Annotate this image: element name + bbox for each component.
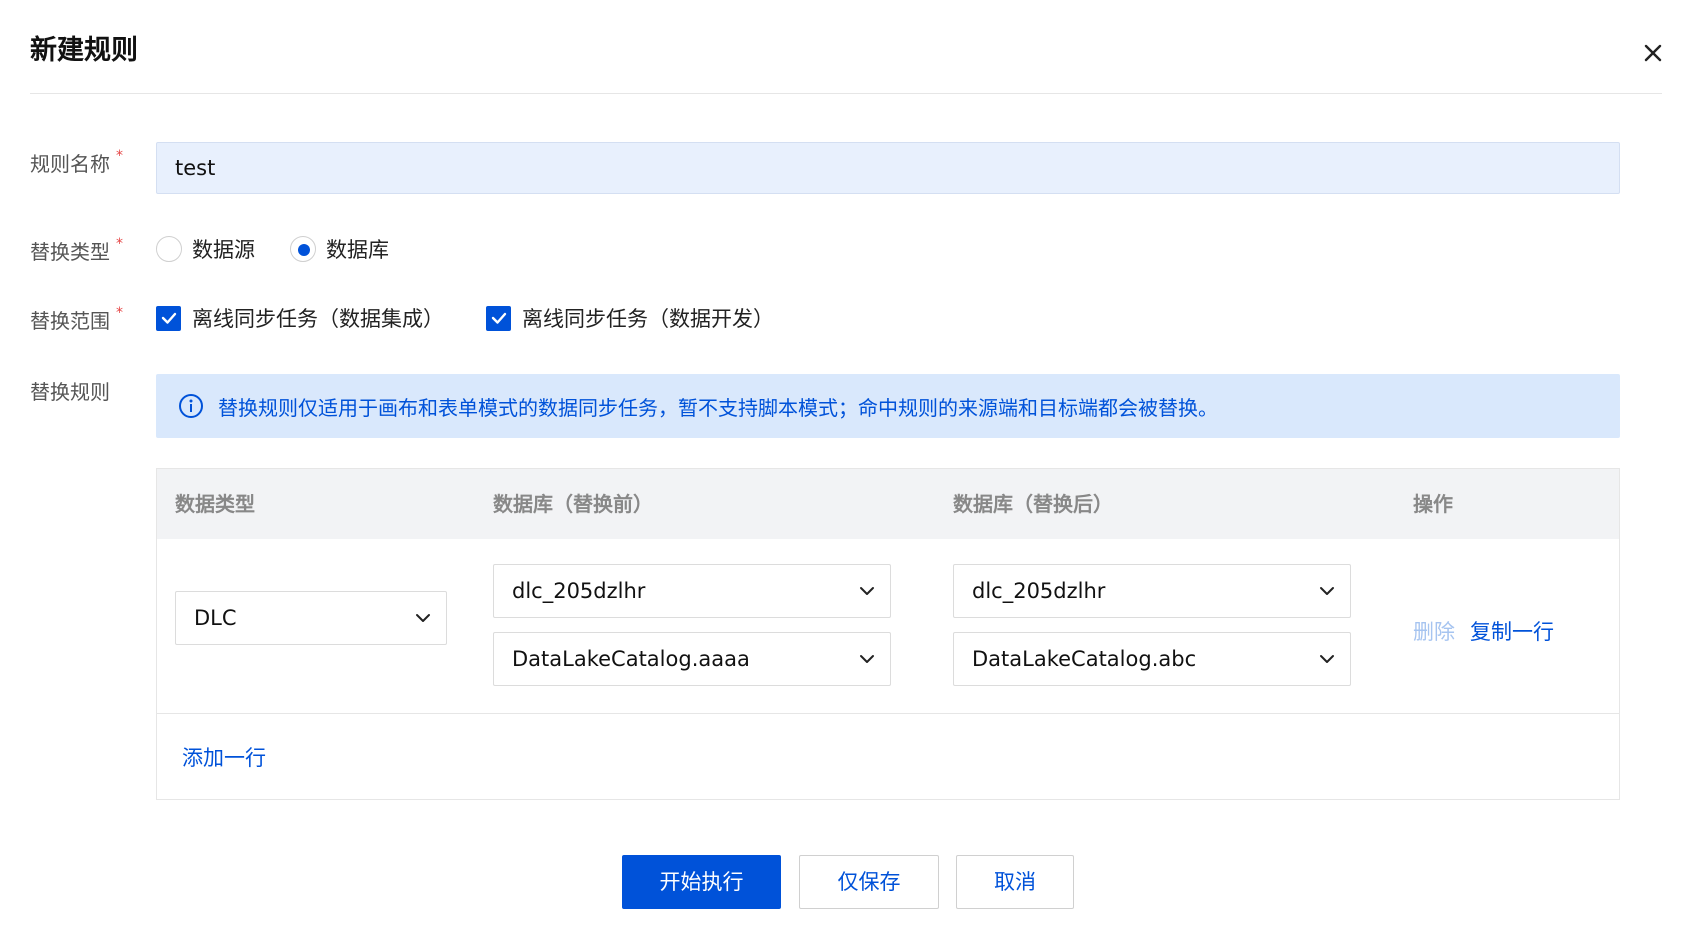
before-database-value: dlc_205dzlhr xyxy=(512,579,646,603)
after-database-value: dlc_205dzlhr xyxy=(972,579,1106,603)
radio-datasource-label: 数据源 xyxy=(192,238,255,262)
required-mark: * xyxy=(116,305,123,321)
chevron-down-icon xyxy=(860,655,874,663)
replace-type-label: 替换类型 * xyxy=(30,236,123,265)
checkbox-integration-label: 离线同步任务（数据集成） xyxy=(192,307,444,331)
column-header-type: 数据类型 xyxy=(175,492,255,516)
column-header-before: 数据库（替换前） xyxy=(493,492,653,516)
row-divider xyxy=(157,713,1619,714)
checkbox-development[interactable]: 离线同步任务（数据开发） xyxy=(486,303,774,333)
rule-name-input[interactable]: test xyxy=(156,142,1620,194)
data-type-select[interactable]: DLC xyxy=(175,591,447,645)
rule-name-label: 规则名称 * xyxy=(30,148,123,177)
replace-rules-label: 替换规则 xyxy=(30,380,110,404)
column-header-actions: 操作 xyxy=(1413,492,1453,516)
start-execution-button[interactable]: 开始执行 xyxy=(622,855,781,909)
data-type-value: DLC xyxy=(194,606,237,630)
close-icon[interactable] xyxy=(1638,38,1668,68)
checkbox-development-label: 离线同步任务（数据开发） xyxy=(522,307,774,331)
cancel-button[interactable]: 取消 xyxy=(956,855,1074,909)
save-only-button[interactable]: 仅保存 xyxy=(799,855,939,909)
replace-type-label-text: 替换类型 xyxy=(30,240,110,264)
required-mark: * xyxy=(116,148,123,164)
info-icon xyxy=(179,394,203,418)
rule-name-label-text: 规则名称 xyxy=(30,152,110,176)
rules-table: 数据类型 数据库（替换前） 数据库（替换后） 操作 DLC dlc_205dzl… xyxy=(156,468,1620,800)
info-text: 替换规则仅适用于画布和表单模式的数据同步任务，暂不支持脚本模式；命中规则的来源端… xyxy=(218,395,1218,420)
table-header: 数据类型 数据库（替换前） 数据库（替换后） 操作 xyxy=(157,469,1619,539)
radio-datasource[interactable]: 数据源 xyxy=(156,234,255,264)
info-banner: 替换规则仅适用于画布和表单模式的数据同步任务，暂不支持脚本模式；命中规则的来源端… xyxy=(156,374,1620,438)
radio-database-label: 数据库 xyxy=(326,238,389,262)
radio-database[interactable]: 数据库 xyxy=(290,234,389,264)
radio-circle xyxy=(156,236,182,262)
checkmark-icon xyxy=(156,305,181,331)
after-catalog-select[interactable]: DataLakeCatalog.abc xyxy=(953,632,1351,686)
add-row-link[interactable]: 添加一行 xyxy=(182,742,266,772)
replace-scope-label: 替换范围 * xyxy=(30,305,123,334)
before-catalog-value: DataLakeCatalog.aaaa xyxy=(512,647,750,671)
chevron-down-icon xyxy=(416,614,430,622)
after-database-select[interactable]: dlc_205dzlhr xyxy=(953,564,1351,618)
before-catalog-select[interactable]: DataLakeCatalog.aaaa xyxy=(493,632,891,686)
delete-row-link[interactable]: 删除 xyxy=(1413,616,1455,646)
radio-circle-selected xyxy=(290,236,316,262)
dialog-title: 新建规则 xyxy=(30,35,138,66)
copy-row-link[interactable]: 复制一行 xyxy=(1470,616,1554,646)
header-divider xyxy=(30,93,1662,94)
before-database-select[interactable]: dlc_205dzlhr xyxy=(493,564,891,618)
replace-scope-label-text: 替换范围 xyxy=(30,309,110,333)
checkmark-icon xyxy=(486,305,511,331)
required-mark: * xyxy=(116,236,123,252)
after-catalog-value: DataLakeCatalog.abc xyxy=(972,647,1197,671)
checkbox-integration[interactable]: 离线同步任务（数据集成） xyxy=(156,303,444,333)
column-header-after: 数据库（替换后） xyxy=(953,492,1113,516)
chevron-down-icon xyxy=(1320,655,1334,663)
chevron-down-icon xyxy=(1320,587,1334,595)
chevron-down-icon xyxy=(860,587,874,595)
